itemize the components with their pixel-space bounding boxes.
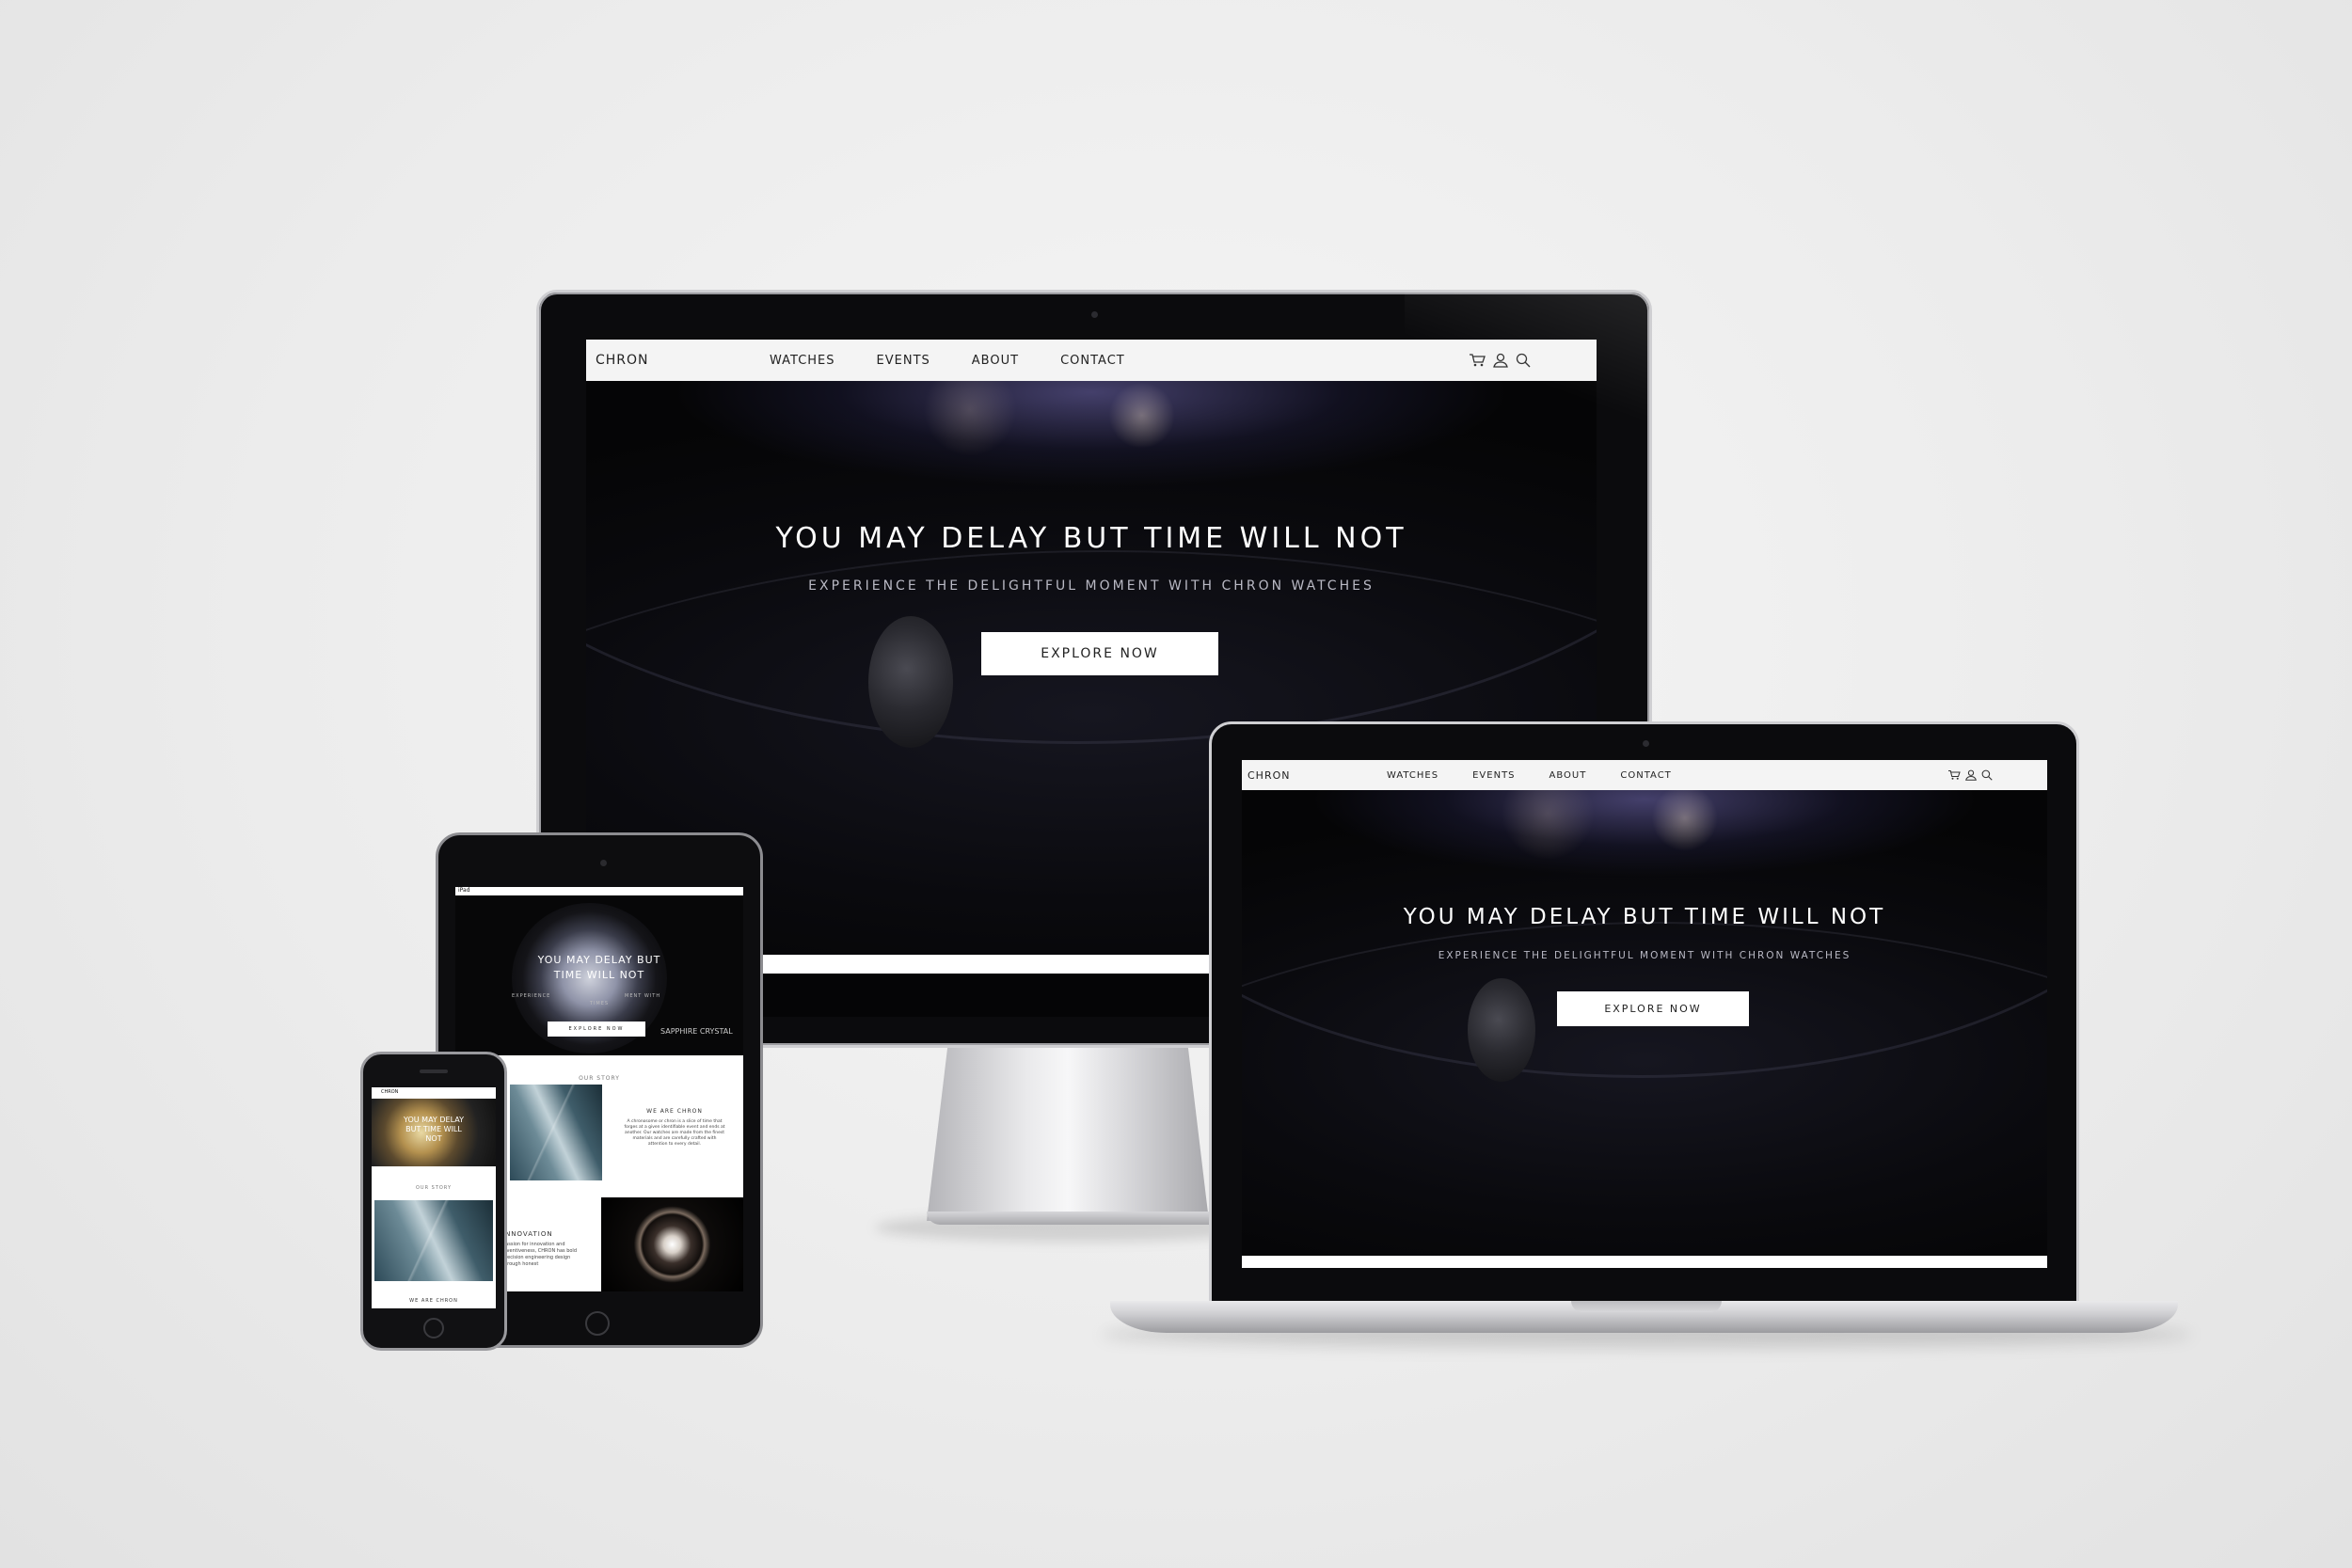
tablet-camera bbox=[600, 860, 607, 866]
tablet-we-are-text: A chronosome or chron is a slice of time… bbox=[624, 1119, 725, 1147]
phone-we-are-title: WE ARE CHRON bbox=[409, 1298, 458, 1304]
phone-section-title: OUR STORY bbox=[415, 1185, 453, 1191]
laptop-hero: YOU MAY DELAY BUT TIME WILL NOT EXPERIEN… bbox=[1242, 790, 2047, 1256]
laptop-notch bbox=[1571, 1301, 1722, 1312]
tablet-building-image bbox=[510, 1085, 602, 1180]
tablet-status-bar: iPad bbox=[458, 887, 470, 894]
hero-title: YOU MAY DELAY BUT TIME WILL NOT bbox=[1403, 905, 1886, 929]
nav-about[interactable]: ABOUT bbox=[972, 354, 1019, 368]
explore-now-button[interactable]: EXPLORE NOW bbox=[1557, 991, 1749, 1026]
phone-hero-title-line3: NOT bbox=[425, 1134, 442, 1143]
search-icon[interactable] bbox=[1981, 769, 1993, 781]
hero-decor-crown bbox=[1468, 978, 1535, 1082]
laptop: CHRON WATCHES EVENTS ABOUT CONTACT YOU M… bbox=[1209, 721, 2079, 1305]
desktop-nav-bar: CHRON WATCHES EVENTS ABOUT CONTACT bbox=[586, 340, 1597, 381]
phone-home-button[interactable] bbox=[423, 1318, 444, 1338]
nav-events[interactable]: EVENTS bbox=[877, 354, 930, 368]
hero-title: YOU MAY DELAY BUT TIME WILL NOT bbox=[775, 522, 1407, 555]
hero-subtitle: EXPERIENCE THE DELIGHTFUL MOMENT WITH CH… bbox=[1438, 950, 1851, 961]
tablet-hero: YOU MAY DELAY BUT TIME WILL NOT EXPERIEN… bbox=[455, 895, 743, 1055]
cart-icon[interactable] bbox=[1947, 769, 1961, 781]
tablet-hero-subtitle-right: MENT WITH bbox=[625, 993, 661, 999]
user-icon[interactable] bbox=[1965, 769, 1977, 781]
laptop-screen: CHRON WATCHES EVENTS ABOUT CONTACT YOU M… bbox=[1242, 760, 2047, 1268]
tablet-hero-subtitle-left: EXPERIENCE bbox=[512, 993, 551, 999]
desktop-nav-icons bbox=[1469, 353, 1531, 368]
hero-decor-ring-outer bbox=[1242, 922, 2047, 1256]
desktop-nav-links: WATCHES EVENTS ABOUT CONTACT bbox=[770, 354, 1125, 368]
phone-speaker bbox=[420, 1069, 448, 1073]
tablet-explore-now-button[interactable]: EXPLORE NOW bbox=[548, 1022, 645, 1037]
monitor-stand-base bbox=[927, 1212, 1228, 1225]
phone: CHRON YOU MAY DELAY BUT TIME WILL NOT OU… bbox=[360, 1052, 507, 1351]
tablet-hero-title-line2: TIME WILL NOT bbox=[553, 969, 645, 981]
tablet-innovation-text: passion for innovation and inventiveness… bbox=[502, 1242, 577, 1267]
laptop-nav-icons bbox=[1947, 769, 1993, 781]
tablet-hero-title-line1: YOU MAY DELAY BUT bbox=[537, 954, 661, 966]
tablet-we-are-title: WE ARE CHRON bbox=[646, 1108, 703, 1115]
nav-watches[interactable]: WATCHES bbox=[770, 354, 835, 368]
monitor-stand bbox=[927, 1033, 1209, 1221]
laptop-nav-links: WATCHES EVENTS ABOUT CONTACT bbox=[1387, 770, 1672, 781]
monitor-camera bbox=[1091, 311, 1098, 318]
hero-subtitle: EXPERIENCE THE DELIGHTFUL MOMENT WITH CH… bbox=[808, 578, 1375, 594]
phone-building-image bbox=[374, 1200, 493, 1281]
phone-hero-title-line1: YOU MAY DELAY bbox=[404, 1116, 464, 1124]
tablet-lens-image bbox=[601, 1197, 743, 1291]
tablet-hero-subtitle-line2: TIMES bbox=[589, 1001, 610, 1006]
phone-screen: CHRON YOU MAY DELAY BUT TIME WILL NOT OU… bbox=[372, 1087, 496, 1308]
laptop-footer-strip bbox=[1242, 1256, 2047, 1268]
nav-events[interactable]: EVENTS bbox=[1472, 770, 1515, 781]
nav-about[interactable]: ABOUT bbox=[1549, 770, 1587, 781]
brand-logo[interactable]: CHRON bbox=[596, 353, 770, 368]
hero-decor-crown bbox=[868, 616, 953, 748]
laptop-nav-bar: CHRON WATCHES EVENTS ABOUT CONTACT bbox=[1242, 760, 2047, 790]
cart-icon[interactable] bbox=[1469, 353, 1486, 368]
nav-contact[interactable]: CONTACT bbox=[1620, 770, 1671, 781]
tablet-innovation-title: INNOVATION bbox=[502, 1230, 553, 1238]
search-icon[interactable] bbox=[1516, 353, 1531, 368]
nav-contact[interactable]: CONTACT bbox=[1060, 354, 1125, 368]
explore-now-button[interactable]: EXPLORE NOW bbox=[981, 632, 1218, 675]
brand-logo[interactable]: CHRON bbox=[1248, 769, 1387, 782]
tablet-hero-caption: SAPPHIRE CRYSTAL bbox=[660, 1027, 733, 1036]
phone-hero-watch-image: YOU MAY DELAY BUT TIME WILL NOT bbox=[372, 1099, 496, 1166]
phone-brand[interactable]: CHRON bbox=[381, 1089, 398, 1095]
user-icon[interactable] bbox=[1493, 353, 1508, 368]
tablet-home-button[interactable] bbox=[585, 1311, 610, 1336]
nav-watches[interactable]: WATCHES bbox=[1387, 770, 1438, 781]
phone-hero-title-line2: BUT TIME WILL bbox=[405, 1125, 462, 1133]
laptop-camera bbox=[1643, 740, 1649, 747]
